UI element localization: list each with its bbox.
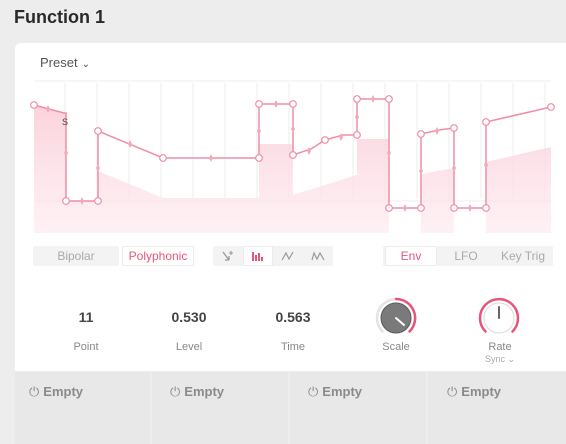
tab-lfo[interactable]: LFO xyxy=(441,246,491,266)
trigger-mode-group: Env LFO Key Trig xyxy=(383,246,553,266)
slot-3[interactable] xyxy=(290,372,426,444)
scale-label: Scale xyxy=(382,341,410,353)
sustain-marker: S xyxy=(62,117,68,127)
time-label: Time xyxy=(280,341,306,353)
level-value[interactable]: 0.530 xyxy=(149,309,229,325)
power-icon[interactable]: ⏻ xyxy=(29,384,39,399)
slot-3-label[interactable]: ⏻ Empty xyxy=(308,384,362,400)
rate-knob[interactable] xyxy=(474,293,524,343)
slot-1-label[interactable]: ⏻ Empty xyxy=(29,384,83,400)
slot-4[interactable] xyxy=(428,372,566,444)
envelope-editor[interactable]: S xyxy=(15,73,566,233)
bipolar-button[interactable]: Bipolar xyxy=(33,246,119,266)
point-label: Point xyxy=(73,341,99,353)
tab-env[interactable]: Env xyxy=(385,246,437,266)
add-point-icon[interactable] xyxy=(213,246,243,266)
slot-4-label[interactable]: ⏻ Empty xyxy=(447,384,501,400)
power-icon[interactable]: ⏻ xyxy=(447,384,457,399)
edit-mode-group xyxy=(213,246,333,266)
rate-sync-dropdown[interactable]: Sync ⌄ xyxy=(460,354,540,365)
title: Function 1 xyxy=(14,7,105,27)
ramp-mode-icon[interactable] xyxy=(303,246,333,266)
preset-label: Preset xyxy=(40,55,78,70)
chevron-down-icon: ⌄ xyxy=(81,59,90,70)
level-label: Level xyxy=(175,341,203,353)
rate-label: Rate xyxy=(488,341,512,353)
curve-mode-icon[interactable] xyxy=(273,246,303,266)
point-value[interactable]: 11 xyxy=(46,309,126,325)
slot-1[interactable] xyxy=(15,372,150,444)
slot-2-label[interactable]: ⏻ Empty xyxy=(170,384,224,400)
scale-knob[interactable] xyxy=(371,293,421,343)
function-panel: Preset ⌄ S Bipolar Polyphonic Env LFO Ke… xyxy=(15,43,566,371)
time-value[interactable]: 0.563 xyxy=(253,309,333,325)
slot-2[interactable] xyxy=(152,372,288,444)
polyphonic-button[interactable]: Polyphonic xyxy=(122,246,194,266)
step-mode-icon[interactable] xyxy=(243,246,273,266)
preset-dropdown[interactable]: Preset ⌄ xyxy=(40,55,90,70)
power-icon[interactable]: ⏻ xyxy=(308,384,318,399)
power-icon[interactable]: ⏻ xyxy=(170,384,180,399)
tab-key-trig[interactable]: Key Trig xyxy=(495,246,551,266)
